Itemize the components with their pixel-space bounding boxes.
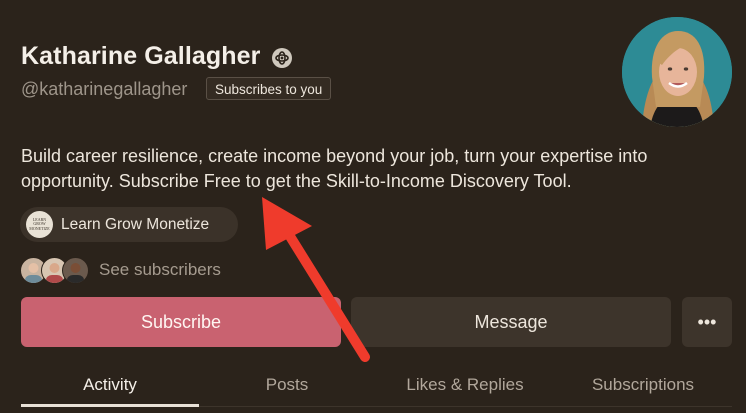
tab-likes-replies[interactable]: Likes & Replies (376, 375, 554, 395)
publication-pill[interactable]: LEARN GROW MONETIZE Learn Grow Monetize (20, 207, 238, 242)
profile-name: Katharine Gallagher (21, 42, 261, 70)
publication-logo-text-3: MONETIZE (29, 225, 50, 231)
tab-posts[interactable]: Posts (198, 375, 376, 395)
publication-logo: LEARN GROW MONETIZE (26, 211, 53, 238)
see-subscribers-link[interactable]: See subscribers (99, 260, 221, 280)
profile-handle[interactable]: @katharinegallagher (21, 79, 187, 100)
substack-badge-icon (272, 48, 292, 68)
profile-bio: Build career resilience, create income b… (21, 146, 648, 191)
message-button[interactable]: Message (351, 297, 671, 347)
active-tab-indicator (21, 404, 199, 407)
subscriber-avatars[interactable] (20, 257, 90, 284)
tab-subscriptions[interactable]: Subscriptions (554, 375, 732, 395)
more-options-button[interactable]: ••• (682, 297, 732, 347)
avatar[interactable] (622, 17, 732, 127)
publication-name: Learn Grow Monetize (61, 216, 210, 233)
subscribe-button[interactable]: Subscribe (21, 297, 341, 347)
subscribes-to-you-badge: Subscribes to you (206, 77, 332, 100)
tab-activity[interactable]: Activity (21, 375, 199, 395)
subscriber-avatar-3 (62, 257, 89, 284)
avatar-portrait (622, 17, 732, 127)
